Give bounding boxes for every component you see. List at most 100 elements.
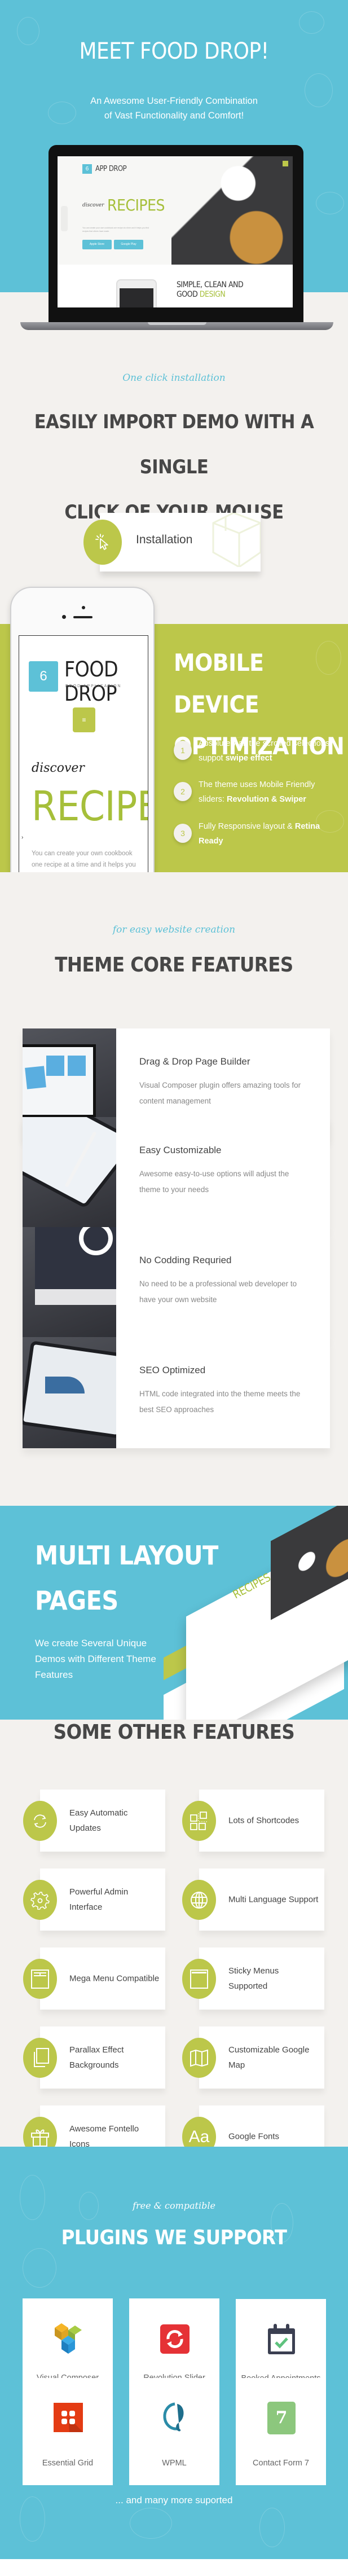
other-feature-label: Mega Menu Compatible [69,1973,160,1984]
contact-form-7-icon: 7 [267,2402,296,2434]
hero-subtitle: An Awesome User-Friendly Combination of … [0,94,348,123]
mega-menu-icon [23,1959,57,1999]
revolution-slider-icon [160,2324,190,2354]
core-feature-card: Easy Customizable Awesome easy-to-use op… [23,1117,330,1228]
food-doodle-icon [299,11,324,34]
core-feature-card: SEO Optimized HTML code integrated into … [23,1337,330,1448]
other-feature-card: Mega Menu Compatible [40,1948,165,2010]
laptop-mockup: 6 App Drop discover Recipes You can crea… [49,145,303,323]
globe-icon [182,1880,216,1920]
core-feature-title: SEO Optimized [139,1365,206,1375]
mobile-feature-text: The theme uses Mobile Friendly sliders: … [199,780,315,804]
essential-grid-icon [54,2403,83,2432]
multi-layout-title: Multi Layout Pages [35,1533,218,1623]
good-word: Good [177,290,198,299]
laptop-screen-bottom [58,265,293,307]
plugin-card: 7 Contact Form 7 [236,2378,326,2485]
logo-mark-icon: 6 [29,661,58,692]
install-title-line: Easily Import Demo With a Single [34,411,314,478]
more-plugins-text: ... and many more suported [115,2495,233,2505]
phone-camera [62,615,66,619]
multi-title-line: Multi Layout [35,1540,218,1571]
installation-label: Installation [136,533,193,546]
multi-layout-desc: We create Several Unique Demos with Diff… [35,1638,156,1680]
installation-button[interactable]: Installation [100,513,261,572]
apple-store-button[interactable]: Apple Store [82,240,112,249]
food-doodle-icon [259,2508,285,2547]
mobile-feature-text: Absolutely all the scrolled selections s… [199,739,330,763]
laptop-notch [148,322,206,325]
core-script-label: for easy website creation [112,924,236,935]
core-feature-title: Drag & Drop Page Builder [139,1056,250,1067]
imac-code-image [23,1227,116,1338]
hero-title: Meet Food Drop! [79,38,269,64]
map-icon [182,2038,216,2078]
mini-phone-image [116,279,157,307]
plugin-label: Contact Form 7 [253,2459,309,2468]
step-number-badge: 3 [174,824,192,843]
wpml-icon [163,2402,184,2432]
other-feature-card: Multi Language Support [199,1869,324,1931]
hero-subtitle-line: An Awesome User-Friendly Combination [90,96,258,106]
mobile-title-line: Mobile Device [174,649,264,718]
food-doodle-icon [130,2508,172,2539]
food-doodle-icon [23,2248,56,2288]
plugin-label: Essential Grid [42,2459,94,2468]
logo-subtitle: FOOD APPLICATION [65,684,122,688]
core-feature-card: No Codding Requried No need to be a prof… [23,1227,330,1338]
other-feature-label: Easy Automatic Updates [69,1808,128,1833]
menu-button[interactable] [283,161,288,166]
mobile-feature-item: 2 The theme uses Mobile Friendly sliders… [174,780,337,807]
simple-clean-heading: Simple, clean and Good Design [177,280,244,300]
phone-speaker [73,616,92,618]
core-feature-desc: HTML code integrated into the theme meet… [139,1390,301,1414]
logo-text: Food Drop [64,657,118,706]
recipes-description: You can create your own cookbook one rec… [82,227,149,232]
simple-line: Simple, clean and [177,280,244,289]
other-feature-label: Multi Language Support [228,1894,319,1905]
other-feature-card: Sticky Menus Supported [199,1948,324,2010]
multi-title-line: Pages [35,1585,118,1616]
core-feature-desc: Visual Composer plugin offers amazing to… [139,1081,301,1105]
gear-icon [23,1880,57,1920]
mobile-feature-item: 1 Absolutely all the scrolled selections… [174,739,337,766]
core-feature-desc: No need to be a professional web develop… [139,1280,297,1304]
food-doodle-icon [316,192,344,214]
plugin-card: WPML [129,2378,219,2485]
hamburger-menu-icon[interactable]: ≡ [73,707,95,732]
plugins-title: Plugins We Support [61,2226,287,2249]
other-feature-card: Easy Automatic Updates [40,1790,165,1852]
other-feature-card: Customizable Google Map [199,2026,324,2089]
other-feature-label: Powerful Admin Interface [69,1887,129,1912]
booked-calendar-icon [268,2324,295,2354]
install-script-label: One click installation [122,372,226,384]
discover-text: discover [82,203,104,208]
mobile-feature-item: 3 Fully Responsive layout & Retina Ready [174,822,337,849]
logo-mark-icon: 6 [82,164,92,174]
core-feature-title: Easy Customizable [139,1145,222,1155]
phone-mockup: 6 Food Drop FOOD APPLICATION ≡ discover … [10,587,155,914]
food-doodle-icon [20,2175,45,2220]
laptop-screen: 6 App Drop discover Recipes You can crea… [58,156,293,307]
refresh-icon [23,1801,57,1841]
core-features-title: Theme Core Features [55,953,293,977]
recipes-heading: Recipes [32,783,148,830]
multi-layout-section: Recipes Multi Layout Pages We create Sev… [0,1506,348,1720]
plugins-script-label: free & compatible [133,2200,215,2211]
tablet-seo-image [23,1337,116,1448]
other-feature-label: Sticky Menus Supported [228,1966,279,1991]
breakfast-photo [171,156,293,265]
discover-text: discover [32,761,85,775]
slider-dots[interactable] [61,206,68,231]
grid-blocks-icon [182,1801,216,1841]
visual-composer-icon [55,2323,82,2354]
step-number-badge: 2 [174,782,192,801]
sticky-menu-icon [182,1959,216,1999]
other-feature-label: Parallax Effect Backgrounds [69,2045,124,2070]
package-box-icon [212,513,261,567]
google-play-button[interactable]: Google Play [114,240,143,249]
chevron-right-icon[interactable]: › [21,834,23,841]
other-feature-label: Lots of Shortcodes [228,1815,299,1826]
other-feature-card: Lots of Shortcodes [199,1790,324,1852]
other-feature-label: Customizable Google Map [228,2045,310,2070]
